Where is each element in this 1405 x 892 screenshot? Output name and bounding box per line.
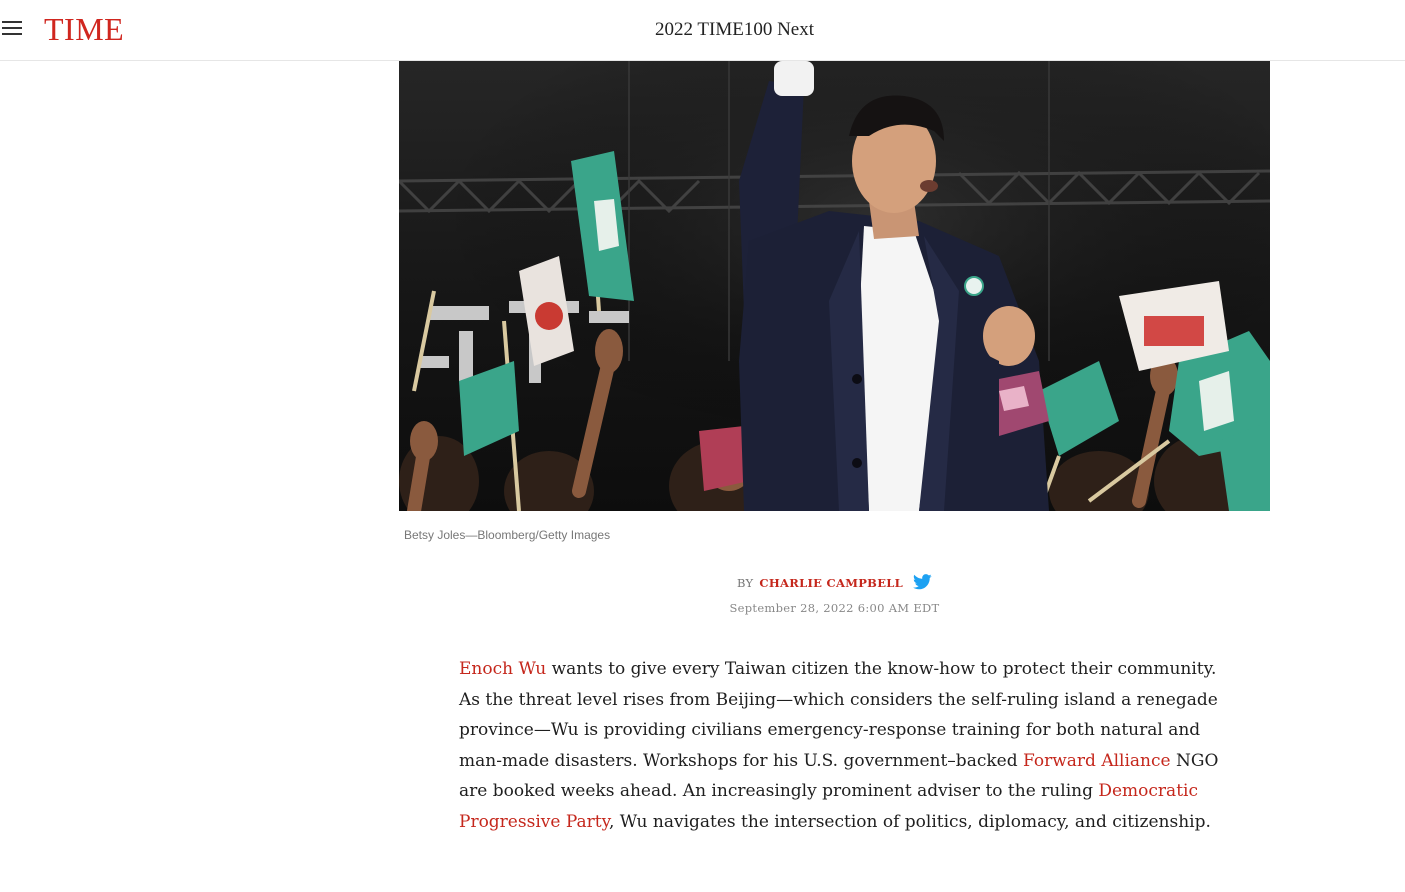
twitter-icon[interactable] [913,574,932,590]
top-header: TIME 2022 TIME100 Next [0,0,1405,61]
link-enoch-wu[interactable]: Enoch Wu [459,659,546,679]
photo-credit: Betsy Joles—Bloomberg/Getty Images [404,528,611,542]
publish-date: September 28, 2022 6:00 AM EDT [729,601,940,615]
author-link[interactable]: Charlie Campbell [759,576,903,590]
hero-photo [399,61,1270,511]
byline-prefix: By [736,576,754,590]
paragraph-text-3: , Wu navigates the intersection of polit… [608,811,1211,832]
article-paragraph: Enoch Wu wants to give every Taiwan citi… [459,654,1219,838]
byline: By Charlie Campbell [0,574,1405,590]
section-title: 2022 TIME100 Next [654,19,815,40]
link-forward-alliance[interactable]: Forward Alliance [1023,751,1171,771]
